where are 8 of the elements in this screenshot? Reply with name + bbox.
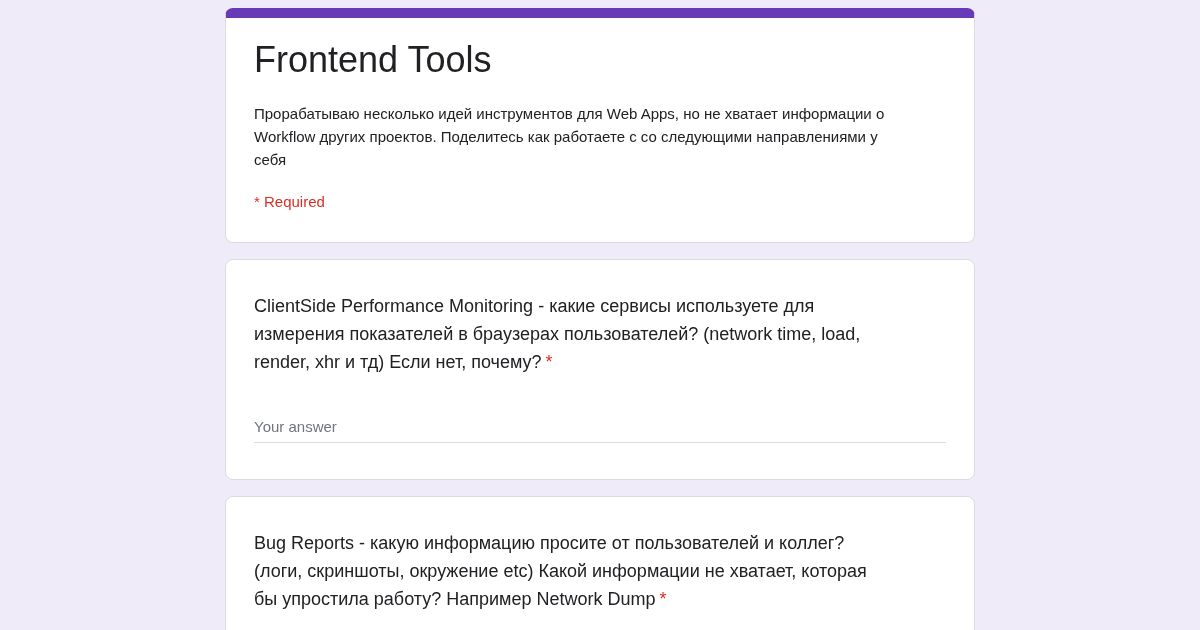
required-note: * Required	[253, 192, 326, 212]
question-text: Bug Reports - какую информацию просите от пользователей и коллег? (логи, скриншоты, окружение etc) Какой информации не хватает, которая бы упростила работу? Например Network Dump *	[254, 532, 868, 611]
form-description: Прорабатываю несколько идей инструментов для Web Apps, но не хватает информации о Workflow других проектов. Поделитесь как работаете с со следующими направлениями у себя	[253, 104, 886, 170]
required-asterisk: *	[659, 589, 667, 609]
required-asterisk: *	[545, 351, 553, 372]
answer-field[interactable]: Your answer	[254, 415, 946, 443]
question-text: ClientSide Performance Monitoring - какие сервисы используете для измерения показателей в браузерах пользователей? (network time, load, render, xhr и тд) Если нет, почему? *	[254, 294, 862, 374]
form-title: Frontend Tools	[253, 38, 493, 82]
